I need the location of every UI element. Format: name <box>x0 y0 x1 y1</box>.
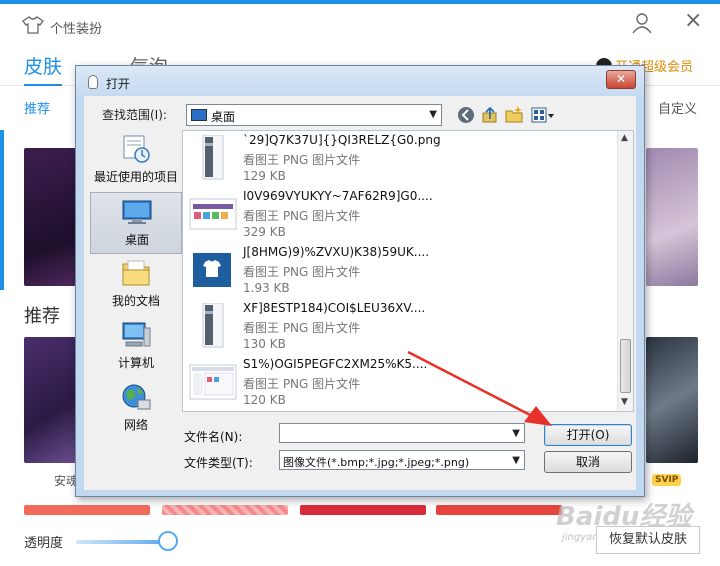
scrollbar-thumb[interactable] <box>620 339 631 393</box>
skin-thumb-left-top[interactable] <box>24 148 76 286</box>
skin-thumb-left-bottom[interactable] <box>24 337 76 463</box>
filetype-label: 文件类型(T): <box>184 456 253 470</box>
file-size: 130 KB <box>243 337 286 351</box>
desktop-icon <box>122 200 152 224</box>
look-in-combo[interactable]: 桌面 ▼ <box>186 104 442 126</box>
file-type: 看图王 PNG 图片文件 <box>243 265 361 279</box>
scroll-up-icon[interactable]: ▲ <box>621 133 628 143</box>
file-thumbnail-icon <box>189 198 237 230</box>
computer-icon <box>122 322 151 347</box>
place-recent-label: 最近使用的项目 <box>93 170 178 184</box>
file-name: `29]Q7K37U]{}QI3RELZ{G0.png <box>243 133 441 147</box>
file-thumbnail-icon <box>202 135 224 180</box>
tab-skin[interactable]: 皮肤 <box>24 52 63 86</box>
file-list-scrollbar[interactable]: ▲ ▼ <box>617 131 633 411</box>
skin-thumb-strip-2[interactable] <box>162 505 288 515</box>
file-thumbnail-icon <box>193 253 231 287</box>
file-item-2[interactable]: I0V969VYUKYY~7AF62R9]G0.... 看图王 PNG 图片文件… <box>187 187 617 243</box>
skin-thumb-right-top[interactable] <box>646 148 698 286</box>
tshirt-icon <box>22 16 44 34</box>
new-folder-icon[interactable] <box>504 105 524 125</box>
restore-default-skin-button[interactable]: 恢复默认皮肤 <box>596 526 700 554</box>
opacity-label: 透明度 <box>24 536 64 551</box>
dialog-app-icon <box>88 75 98 89</box>
place-documents-label: 我的文档 <box>111 294 160 308</box>
place-computer-label: 计算机 <box>117 356 154 370</box>
file-size: 120 KB <box>243 393 286 407</box>
recent-icon <box>123 135 150 163</box>
opacity-slider-handle[interactable] <box>158 531 178 551</box>
look-in-label: 查找范围(I): <box>102 108 167 122</box>
window-title: 个性装扮 <box>50 22 103 37</box>
dialog-close-button[interactable]: ✕ <box>606 70 636 89</box>
file-name: S1%)OGI5PEGFC2XM25%K5.... <box>243 357 428 371</box>
place-computer[interactable]: 计算机 <box>90 316 182 378</box>
place-documents[interactable]: 我的文档 <box>90 254 182 316</box>
file-name: I0V969VYUKYY~7AF62R9]G0.... <box>243 189 433 203</box>
folder-icon <box>122 260 150 286</box>
file-name: J[8HMG)9)%ZVXU)K38)59UK.... <box>243 245 430 259</box>
chevron-down-icon[interactable]: ▼ <box>512 428 520 439</box>
file-type: 看图王 PNG 图片文件 <box>243 377 361 391</box>
dialog-title: 打开 <box>106 77 131 91</box>
skin-thumb-strip-3[interactable] <box>300 505 426 515</box>
place-recent[interactable]: 最近使用的项目 <box>90 130 182 192</box>
view-menu-icon[interactable] <box>530 105 556 125</box>
file-type: 看图王 PNG 图片文件 <box>243 153 361 167</box>
opacity-slider-track[interactable] <box>76 540 168 544</box>
place-network[interactable]: 网络 <box>90 378 182 440</box>
file-size: 329 KB <box>243 225 286 239</box>
user-icon[interactable] <box>632 12 652 34</box>
back-icon[interactable] <box>456 105 476 125</box>
file-item-3[interactable]: J[8HMG)9)%ZVXU)K38)59UK.... 看图王 PNG 图片文件… <box>187 243 617 299</box>
file-thumbnail-icon <box>189 364 237 400</box>
places-bar: 最近使用的项目 桌面 我的文档 计算机 网络 <box>90 130 182 480</box>
file-item-5[interactable]: S1%)OGI5PEGFC2XM25%K5.... 看图王 PNG 图片文件 1… <box>187 355 617 411</box>
cancel-button[interactable]: 取消 <box>544 451 632 473</box>
file-item-4[interactable]: XF]8ESTP184)COI$LEU36XV.... 看图王 PNG 图片文件… <box>187 299 617 355</box>
file-size: 1.93 KB <box>243 281 290 295</box>
file-name: XF]8ESTP184)COI$LEU36XV.... <box>243 301 426 315</box>
filename-input[interactable]: ▼ <box>279 423 525 443</box>
skin-thumb-right-bottom[interactable] <box>646 337 698 463</box>
dialog-body: 查找范围(I): 桌面 ▼ 最近使用的项目 桌面 我的文档 计算机 网络 `29… <box>84 96 636 490</box>
skin-thumb-strip-4[interactable] <box>436 505 562 515</box>
file-thumbnail-icon <box>202 303 224 348</box>
svip-badge: SVIP <box>652 474 682 486</box>
skin-thumb-strip-1[interactable] <box>24 505 150 515</box>
section-title-recommend: 推荐 <box>24 306 60 327</box>
title-bar: 个性装扮 × <box>0 4 720 48</box>
place-desktop[interactable]: 桌面 <box>90 192 182 254</box>
file-type: 看图王 PNG 图片文件 <box>243 209 361 223</box>
open-button[interactable]: 打开(O) <box>544 424 632 446</box>
subnav-recommend[interactable]: 推荐 <box>24 98 50 117</box>
filetype-select[interactable]: 图像文件(*.bmp;*.jpg;*.jpeg;*.png) ▼ <box>279 450 525 470</box>
file-type: 看图王 PNG 图片文件 <box>243 321 361 335</box>
chevron-down-icon: ▼ <box>429 109 437 120</box>
filename-label: 文件名(N): <box>184 430 243 444</box>
file-size: 129 KB <box>243 169 286 183</box>
window-close-icon[interactable]: × <box>684 10 702 32</box>
filetype-value: 图像文件(*.bmp;*.jpg;*.jpeg;*.png) <box>283 456 470 469</box>
file-list[interactable]: `29]Q7K37U]{}QI3RELZ{G0.png 看图王 PNG 图片文件… <box>182 130 634 412</box>
left-edge-strip <box>0 130 4 290</box>
desktop-small-icon <box>191 109 207 121</box>
subnav-custom[interactable]: 自定义 <box>658 98 697 117</box>
chevron-down-icon[interactable]: ▼ <box>512 455 520 466</box>
dialog-titlebar: 打开 ✕ <box>76 66 644 96</box>
scroll-down-icon[interactable]: ▼ <box>621 397 628 407</box>
file-item-1[interactable]: `29]Q7K37U]{}QI3RELZ{G0.png 看图王 PNG 图片文件… <box>187 131 617 187</box>
place-desktop-label: 桌面 <box>124 233 149 247</box>
look-in-value: 桌面 <box>211 110 236 124</box>
open-file-dialog: 打开 ✕ 查找范围(I): 桌面 ▼ 最近使用的项目 桌面 我的文档 计算机 网… <box>75 65 645 497</box>
network-icon <box>122 384 151 410</box>
up-folder-icon[interactable] <box>480 105 500 125</box>
place-network-label: 网络 <box>123 418 148 432</box>
